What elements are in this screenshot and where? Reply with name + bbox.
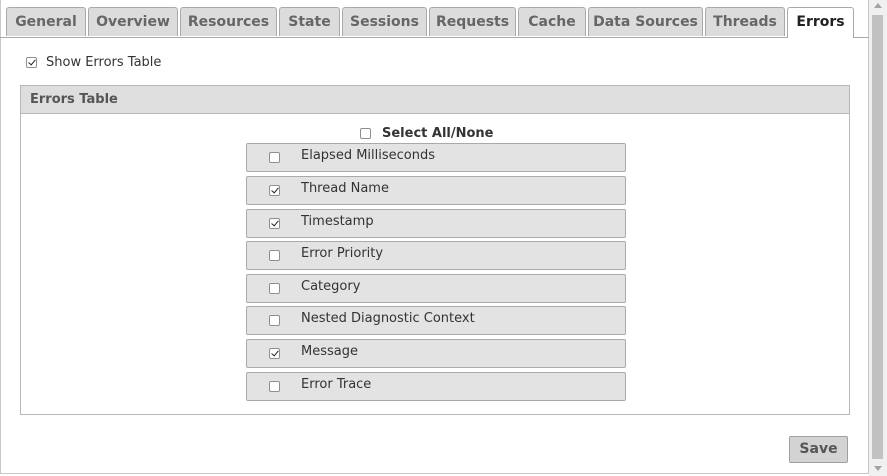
panel-title: Errors Table — [21, 86, 849, 114]
field-row-error-priority[interactable]: Error Priority — [246, 241, 626, 270]
show-errors-checkbox[interactable] — [26, 56, 37, 68]
errors-table-panel: Errors Table Select All/None Elapsed Mil… — [20, 85, 850, 415]
field-row-thread-name[interactable]: Thread Name — [246, 176, 626, 205]
tab-cache[interactable]: Cache — [518, 7, 586, 36]
field-label: Error Priority — [301, 246, 384, 261]
tab-requests[interactable]: Requests — [429, 7, 516, 36]
save-button[interactable]: Save — [789, 436, 848, 463]
field-label: Thread Name — [301, 181, 389, 196]
field-checkbox[interactable] — [269, 218, 280, 229]
show-errors-row: Show Errors Table — [26, 53, 161, 71]
field-checkbox[interactable] — [269, 381, 280, 392]
field-checkbox[interactable] — [269, 250, 280, 261]
tab-data-sources[interactable]: Data Sources — [588, 7, 703, 36]
field-label: Elapsed Milliseconds — [301, 148, 435, 163]
field-label: Timestamp — [301, 214, 374, 229]
field-row-message[interactable]: Message — [246, 339, 626, 368]
field-row-elapsed-milliseconds[interactable]: Elapsed Milliseconds — [246, 143, 626, 172]
field-checkbox[interactable] — [269, 185, 280, 196]
tab-state[interactable]: State — [279, 7, 340, 36]
field-checkbox[interactable] — [269, 283, 280, 294]
tab-threads[interactable]: Threads — [705, 7, 785, 36]
scroll-up-arrow-icon[interactable] — [874, 3, 882, 8]
vertical-scrollbar[interactable] — [869, 0, 887, 476]
field-row-timestamp[interactable]: Timestamp — [246, 209, 626, 238]
field-label: Message — [301, 344, 358, 359]
field-label: Error Trace — [301, 377, 372, 392]
scroll-down-arrow-icon[interactable] — [874, 466, 882, 471]
tab-bar: General Overview Resources State Session… — [0, 0, 869, 38]
field-checkbox[interactable] — [269, 152, 280, 163]
tab-errors[interactable]: Errors — [787, 7, 854, 38]
tab-resources[interactable]: Resources — [180, 7, 277, 36]
field-row-nested-diagnostic-context[interactable]: Nested Diagnostic Context — [246, 306, 626, 335]
field-label: Category — [301, 279, 361, 294]
select-all-label: Select All/None — [382, 125, 494, 141]
select-all-row: Select All/None — [360, 125, 494, 141]
field-row-error-trace[interactable]: Error Trace — [246, 372, 626, 401]
field-row-category[interactable]: Category — [246, 274, 626, 303]
scroll-thumb[interactable] — [872, 15, 883, 459]
field-label: Nested Diagnostic Context — [301, 311, 475, 326]
show-errors-label: Show Errors Table — [46, 54, 162, 70]
tab-general[interactable]: General — [6, 7, 86, 36]
tab-sessions[interactable]: Sessions — [342, 7, 427, 36]
tab-overview[interactable]: Overview — [88, 7, 178, 36]
select-all-checkbox[interactable] — [360, 127, 371, 139]
field-checkbox[interactable] — [269, 348, 280, 359]
field-checkbox[interactable] — [269, 315, 280, 326]
